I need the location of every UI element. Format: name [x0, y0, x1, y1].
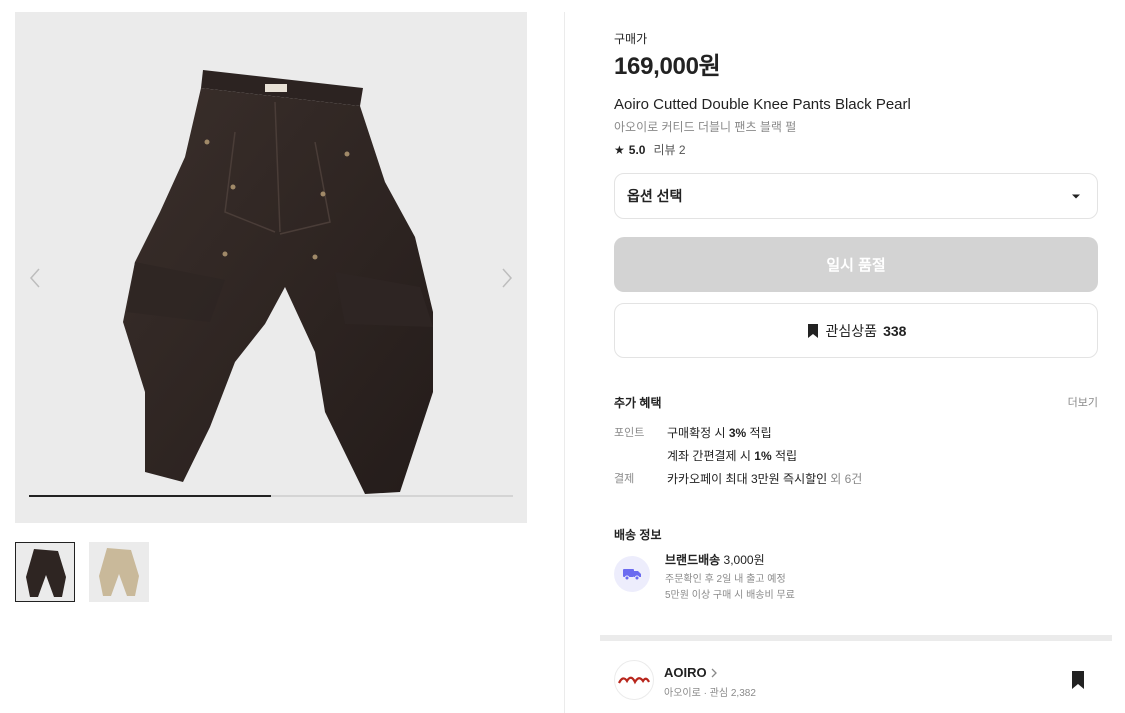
price: 169,000원 [614, 53, 721, 80]
benefit-point-text-2: 계좌 간편결제 시 1% 적립 [667, 449, 798, 463]
benefit-point-row-2: 계좌 간편결제 시 1% 적립 [614, 447, 797, 464]
benefit-pay-extra: 외 6건 [830, 472, 863, 486]
product-image-gallery [15, 12, 527, 523]
thumbnail-beige[interactable] [89, 542, 149, 602]
brand-name-link[interactable]: AOIRO [664, 665, 719, 680]
brand-meta: 아오이로 · 관심 2,382 [664, 688, 756, 699]
option-select-label: 옵션 선택 [627, 188, 683, 204]
thumbnail-black[interactable] [15, 542, 75, 602]
product-name-en: Aoiro Cutted Double Knee Pants Black Pea… [614, 96, 911, 113]
benefit-pay-text: 카카오페이 최대 3만원 즉시할인 [667, 472, 828, 486]
truck-icon [614, 556, 650, 592]
slide-progress-bar [29, 495, 513, 497]
shipping-title: 배송 정보 [614, 528, 662, 542]
brand-bookmark-button[interactable] [1070, 670, 1086, 695]
shipping-method: 브랜드배송 3,000원 [665, 553, 765, 567]
benefit-point-text-1: 구매확정 시 3% 적립 [667, 426, 772, 440]
wishlist-count: 338 [883, 322, 907, 339]
section-divider [600, 635, 1112, 641]
benefit-pay-key: 결제 [614, 473, 635, 485]
rating: ★ 5.0 리뷰 2 [614, 141, 686, 158]
review-count-link[interactable]: 리뷰 2 [653, 141, 685, 158]
benefits-more-link[interactable]: 더보기 [1068, 394, 1098, 410]
benefits-title: 추가 혜택 [614, 396, 662, 410]
chevron-right-icon [502, 268, 513, 288]
price-label: 구매가 [614, 32, 648, 46]
slide-progress-fill [29, 495, 271, 497]
panel-divider [564, 12, 565, 713]
chevron-right-icon [711, 668, 717, 677]
next-image-button[interactable] [499, 266, 515, 290]
product-image-black-pants [123, 70, 433, 494]
wishlist-label: 관심상품 [825, 322, 878, 339]
dropdown-icon [1067, 187, 1085, 205]
option-select[interactable]: 옵션 선택 [614, 173, 1098, 219]
bookmark-icon [1072, 671, 1084, 689]
brand-logo[interactable] [614, 660, 654, 700]
benefit-point-row-1: 포인트 구매확정 시 3% 적립 [614, 424, 772, 441]
thumbnail-black-pants-image [26, 549, 66, 597]
soldout-button[interactable]: 일시 품절 [614, 237, 1098, 292]
thumbnail-beige-pants-image [99, 548, 139, 596]
brand-row: AOIRO 아오이로 · 관심 2,382 [614, 660, 1098, 702]
rating-score: 5.0 [628, 142, 646, 157]
shipping-eta: 주문확인 후 2일 내 출고 예정 [665, 574, 786, 585]
thumbnail-list [15, 542, 149, 602]
benefit-point-key: 포인트 [614, 427, 645, 439]
chevron-left-icon [29, 268, 40, 288]
prev-image-button[interactable] [27, 266, 43, 290]
star-icon: ★ [614, 142, 625, 157]
product-name-ko: 아오이로 커티드 더블니 팬츠 블랙 펄 [614, 120, 797, 134]
shipping-free-note: 5만원 이상 구매 시 배송비 무료 [665, 590, 795, 601]
wishlist-button[interactable]: 관심상품 338 [614, 303, 1098, 358]
bookmark-icon [807, 323, 818, 338]
benefit-pay-row: 결제 카카오페이 최대 3만원 즉시할인 외 6건 [614, 470, 862, 487]
